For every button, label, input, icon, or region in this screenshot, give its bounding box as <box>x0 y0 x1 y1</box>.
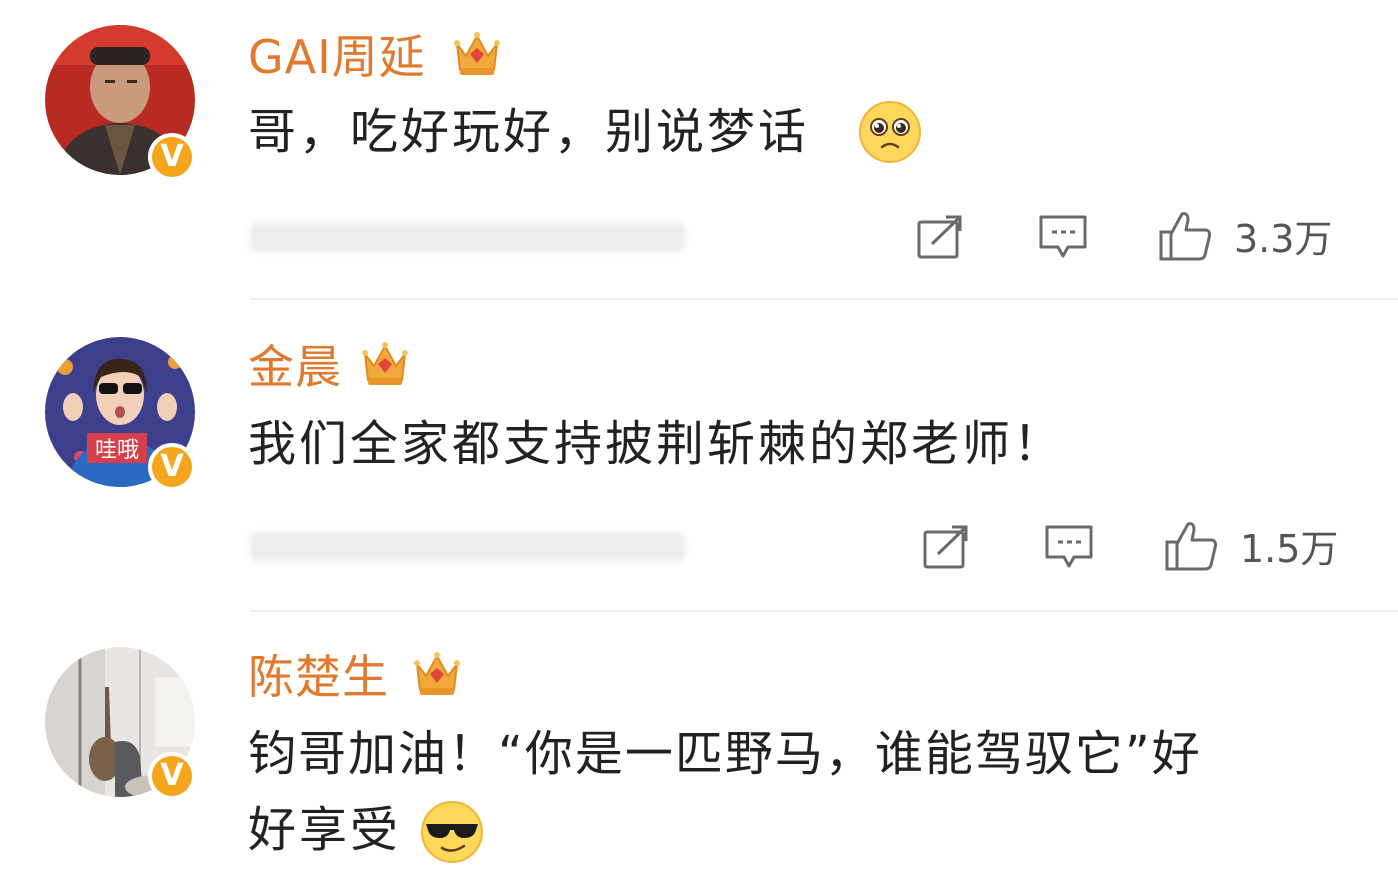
crown-icon <box>414 652 460 695</box>
comment-text-line2: 好享受 <box>248 802 402 858</box>
comment-item: V 陈楚生 钧哥加油！“你是一匹野马，谁能驾驭它”好 好享受 <box>0 0 1398 880</box>
verified-badge: V <box>148 752 196 800</box>
cool-sunglasses-face-icon <box>421 801 483 863</box>
comment-text: 钧哥加油！“你是一匹野马，谁能驾驭它”好 <box>248 726 1202 782</box>
username[interactable]: 陈楚生 <box>248 654 389 700</box>
